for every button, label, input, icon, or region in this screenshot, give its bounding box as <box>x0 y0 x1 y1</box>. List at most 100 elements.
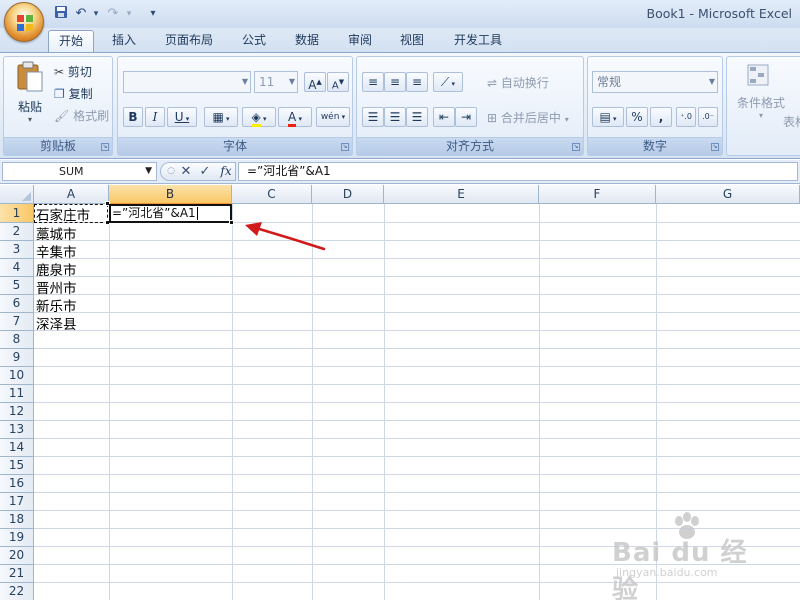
row-header-12[interactable]: 12 <box>0 403 34 421</box>
tab-review[interactable]: 审阅 <box>338 30 382 52</box>
row-header-22[interactable]: 22 <box>0 583 34 600</box>
phonetic-button[interactable]: wén ▾ <box>316 107 350 127</box>
cell-a6[interactable]: 新乐市 <box>34 295 77 315</box>
office-button[interactable] <box>4 2 44 42</box>
increase-decimal-button[interactable]: ⁺.0 <box>676 107 696 127</box>
increase-indent-button[interactable]: ⇥ <box>455 107 477 127</box>
paste-button[interactable]: 粘贴 ▾ <box>10 61 50 131</box>
tab-formulas[interactable]: 公式 <box>232 30 276 52</box>
name-box[interactable]: SUM ▼ <box>2 162 157 181</box>
bold-button[interactable]: B <box>123 107 143 127</box>
column-header-c[interactable]: C <box>232 185 312 204</box>
font-launcher-icon[interactable]: ↘ <box>341 143 349 151</box>
currency-button[interactable]: ▤ ▾ <box>592 107 624 127</box>
cell-a5[interactable]: 晋州市 <box>34 277 77 297</box>
tab-developer[interactable]: 开发工具 <box>445 30 511 52</box>
row-header-16[interactable]: 16 <box>0 475 34 493</box>
cell-a2[interactable]: 藁城市 <box>34 223 77 243</box>
font-color-button[interactable]: A ▾ <box>278 107 312 127</box>
comma-button[interactable]: , <box>650 107 672 127</box>
cell-a4[interactable]: 鹿泉市 <box>34 259 77 279</box>
column-header-e[interactable]: E <box>384 185 539 204</box>
row-header-20[interactable]: 20 <box>0 547 34 565</box>
row-header-18[interactable]: 18 <box>0 511 34 529</box>
clipboard-launcher-icon[interactable]: ↘ <box>101 143 109 151</box>
row-header-3[interactable]: 3 <box>0 241 34 259</box>
row-header-9[interactable]: 9 <box>0 349 34 367</box>
row-header-21[interactable]: 21 <box>0 565 34 583</box>
align-center-button[interactable]: ☰ <box>384 107 406 127</box>
select-all-corner[interactable] <box>0 185 34 204</box>
tab-home[interactable]: 开始 <box>48 30 94 52</box>
align-left-button[interactable]: ☰ <box>362 107 384 127</box>
insert-function-icon[interactable]: fx <box>216 163 236 180</box>
fill-color-button[interactable]: ◈ ▾ <box>242 107 276 127</box>
borders-button[interactable]: ▦ ▾ <box>204 107 238 127</box>
cut-button[interactable]: ✂ 剪切 <box>54 63 92 80</box>
row-header-2[interactable]: 2 <box>0 223 34 241</box>
font-size-combo[interactable]: 11 ▼ <box>254 71 298 93</box>
grow-font-button[interactable]: A▲ <box>304 72 326 92</box>
alignment-launcher-icon[interactable]: ↘ <box>572 143 580 151</box>
align-right-button[interactable]: ☰ <box>406 107 428 127</box>
column-header-b[interactable]: B <box>109 185 232 204</box>
enter-icon[interactable]: ✓ <box>197 163 213 180</box>
title-bar: ↶ ▾ ↷ ▾ ▾ Book1 - Microsoft Excel <box>0 0 800 28</box>
row-header-5[interactable]: 5 <box>0 277 34 295</box>
cancel-icon[interactable]: ✕ <box>178 163 194 180</box>
cell-a7[interactable]: 深泽县 <box>34 313 77 333</box>
align-top-button[interactable]: ≡ <box>362 72 384 92</box>
table-format-button[interactable]: 表格 <box>783 113 800 130</box>
copy-button[interactable]: ❐ 复制 <box>54 85 93 102</box>
redo-dropdown-icon[interactable]: ▾ <box>120 5 138 23</box>
number-launcher-icon[interactable]: ↘ <box>711 143 719 151</box>
conditional-format-button[interactable]: 条件格式 ▾ <box>733 61 789 120</box>
customize-quick-access-icon[interactable]: ▾ <box>144 5 162 23</box>
underline-button[interactable]: U ▾ <box>167 107 197 127</box>
tab-insert[interactable]: 插入 <box>102 30 146 52</box>
column-header-d[interactable]: D <box>312 185 384 204</box>
undo-dropdown-icon[interactable]: ▾ <box>87 5 105 23</box>
row-header-15[interactable]: 15 <box>0 457 34 475</box>
active-cell-fill-handle[interactable] <box>229 220 234 225</box>
percent-button[interactable]: % <box>626 107 648 127</box>
worksheet-grid[interactable]: A B C D E F G 1 2 3 4 5 6 7 8 9 10 11 12 13 14 15 16 17 1… <box>0 185 800 600</box>
grip-icon: ◌ <box>167 166 175 176</box>
row-header-10[interactable]: 10 <box>0 367 34 385</box>
number-format-combo[interactable]: 常规 ▼ <box>592 71 718 93</box>
row-header-8[interactable]: 8 <box>0 331 34 349</box>
format-painter-button[interactable]: 🖌 格式刷 <box>54 107 109 124</box>
save-icon[interactable] <box>52 5 70 23</box>
tab-view[interactable]: 视图 <box>390 30 434 52</box>
column-header-g[interactable]: G <box>656 185 800 204</box>
row-header-1[interactable]: 1 <box>0 204 34 223</box>
column-header-a[interactable]: A <box>34 185 109 204</box>
tab-page-layout[interactable]: 页面布局 <box>158 30 220 52</box>
row-header-17[interactable]: 17 <box>0 493 34 511</box>
cell-a1[interactable]: 石家庄市 <box>34 204 90 224</box>
column-header-f[interactable]: F <box>539 185 656 204</box>
align-middle-button[interactable]: ≡ <box>384 72 406 92</box>
phonetic-label: wén <box>320 112 340 122</box>
tab-data[interactable]: 数据 <box>285 30 329 52</box>
merge-center-button[interactable]: ⊞ 合并后居中 ▾ <box>487 109 569 126</box>
decrease-indent-button[interactable]: ⇤ <box>433 107 455 127</box>
cell-a3[interactable]: 辛集市 <box>34 241 77 261</box>
active-cell-b1[interactable]: =”河北省”&A1 <box>109 204 232 223</box>
row-header-7[interactable]: 7 <box>0 313 34 331</box>
decrease-decimal-button[interactable]: .0⁻ <box>698 107 718 127</box>
row-gridline <box>34 582 800 583</box>
italic-button[interactable]: I <box>145 107 165 127</box>
row-header-4[interactable]: 4 <box>0 259 34 277</box>
row-header-13[interactable]: 13 <box>0 421 34 439</box>
wrap-text-button[interactable]: ⇌ 自动换行 <box>487 74 549 91</box>
font-name-combo[interactable]: ▼ <box>123 71 251 93</box>
row-header-11[interactable]: 11 <box>0 385 34 403</box>
align-bottom-button[interactable]: ≡ <box>406 72 428 92</box>
shrink-font-button[interactable]: A▼ <box>327 72 349 92</box>
row-header-6[interactable]: 6 <box>0 295 34 313</box>
formula-input[interactable]: =”河北省”&A1 <box>238 162 798 181</box>
row-header-19[interactable]: 19 <box>0 529 34 547</box>
orientation-button[interactable]: ⟋ ▾ <box>433 72 463 92</box>
row-header-14[interactable]: 14 <box>0 439 34 457</box>
